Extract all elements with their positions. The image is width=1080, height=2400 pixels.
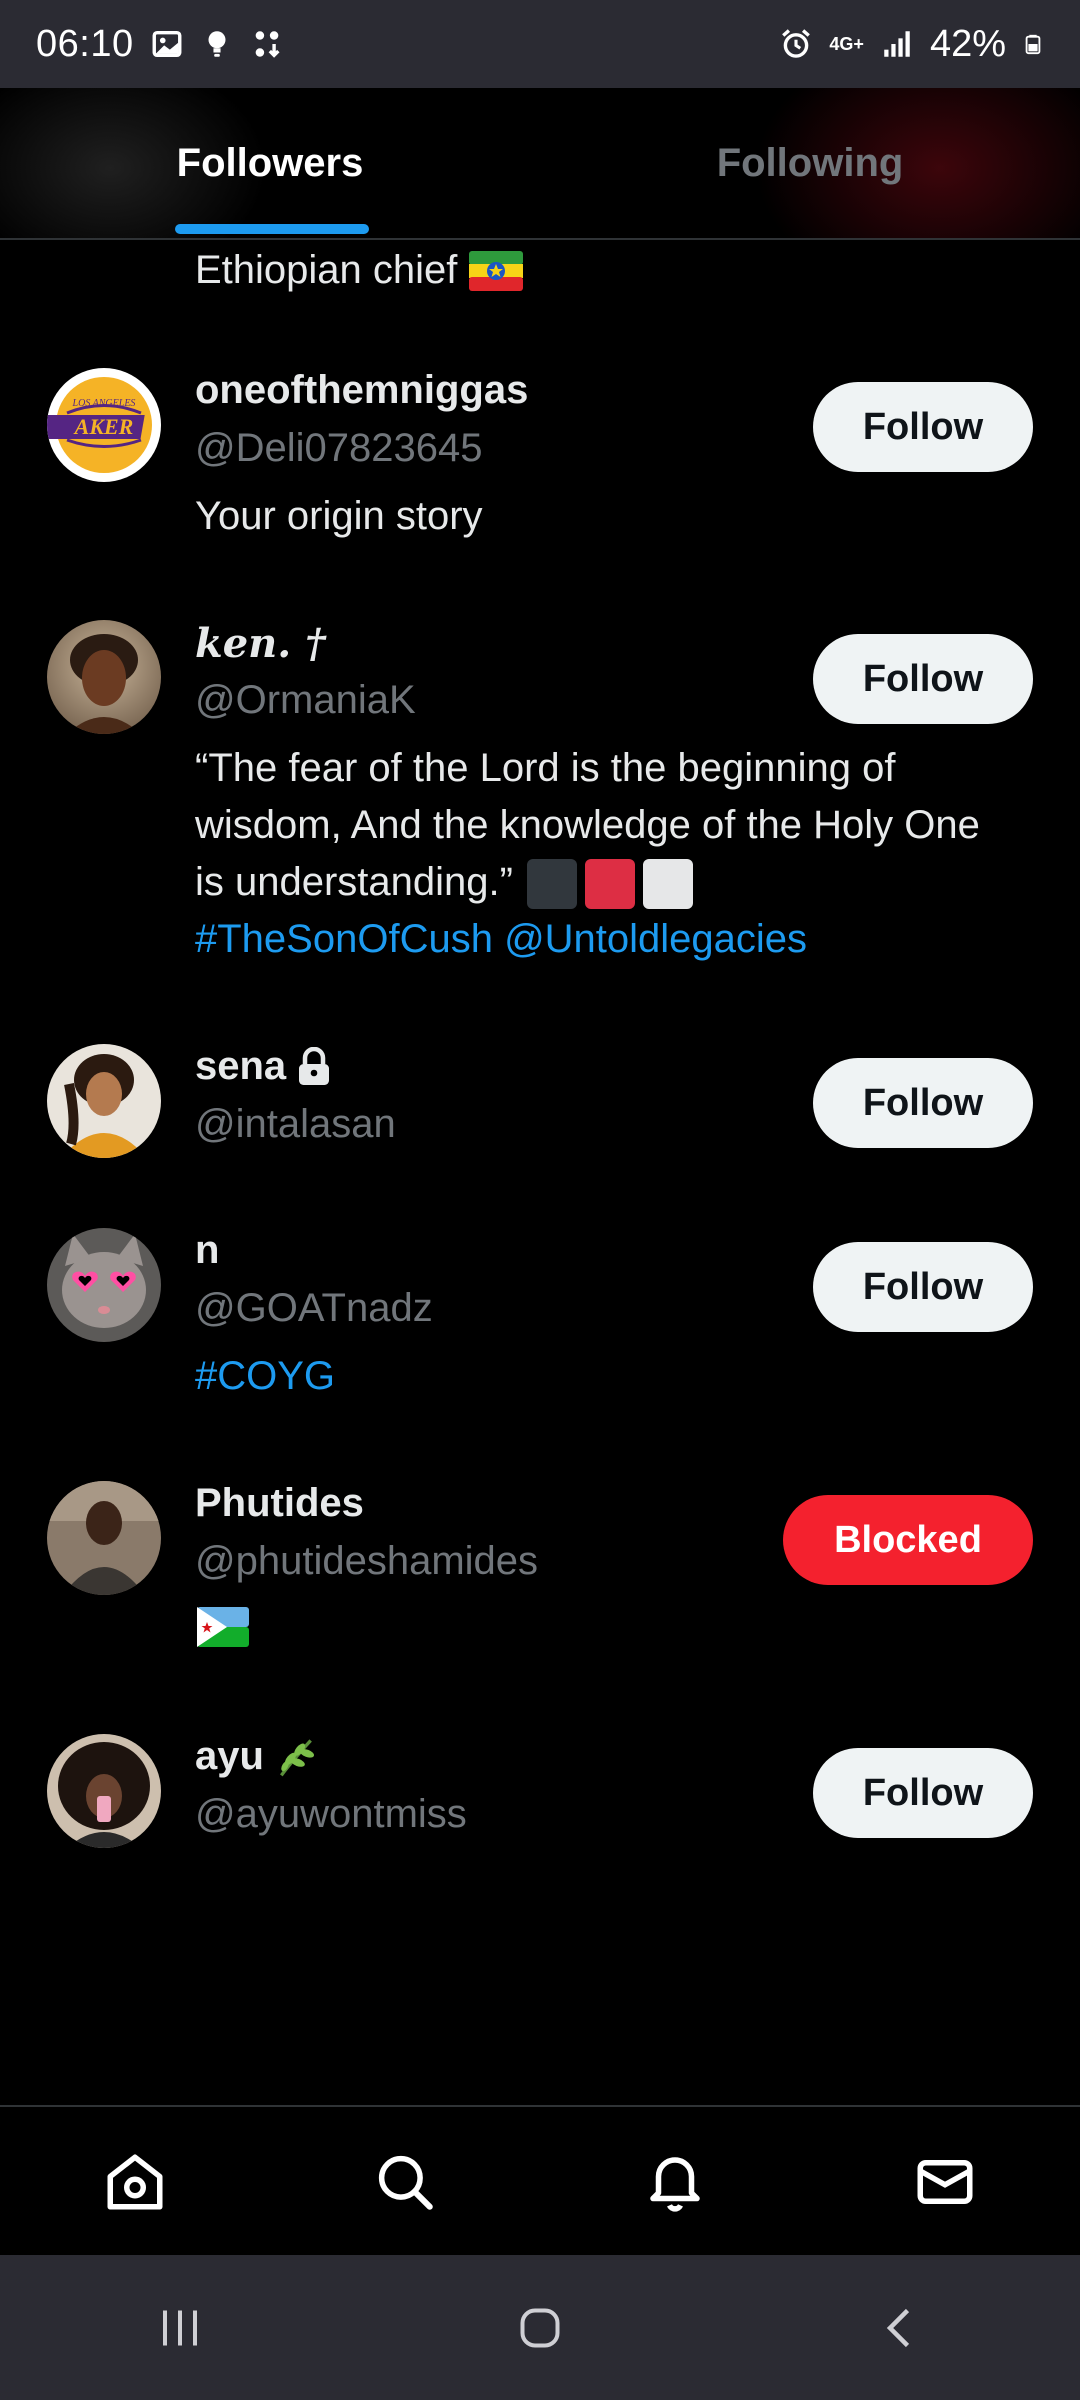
user-bio: #COYG [195,1348,995,1405]
avatar[interactable] [47,1228,161,1342]
ethiopia-flag-icon [469,250,524,291]
status-bar: 06:10 4G+ 42% [0,0,1080,88]
user-name[interactable]: ayu [195,1734,318,1779]
user-name[interactable]: sena [195,1044,332,1089]
alarm-icon [782,29,811,58]
djibouti-flag-icon [197,1607,249,1647]
battery-icon [1025,34,1041,55]
user-name[interactable]: ken. † [195,620,326,667]
list-item[interactable]: AKER LOS ANGELES oneofthemniggas @Deli07… [0,368,1080,608]
list-item[interactable]: Phutides @phutideshamides Blocked [0,1481,1080,1681]
network-type: 4G+ [829,34,864,54]
status-time: 06:10 [36,22,134,65]
recents-button[interactable] [120,2278,240,2378]
avatar-image [47,1734,161,1848]
list-item[interactable]: ayu @ayuwontmiss Follow [0,1734,1080,1874]
lakers-logo-icon: AKER LOS ANGELES [47,368,161,482]
avatar[interactable] [47,1734,161,1848]
nav-home[interactable] [75,2122,195,2242]
battery-percent: 42% [929,22,1006,65]
herb-icon [279,1738,314,1776]
follow-button[interactable]: Follow [813,1242,1033,1332]
color-squares-emoji [526,859,693,910]
notifications-icon [650,2157,700,2212]
nav-messages[interactable] [885,2122,1005,2242]
user-handle: @ayuwontmiss [195,1792,467,1836]
avatar[interactable] [47,1044,161,1158]
user-name[interactable]: oneofthemniggas [195,368,528,413]
recents-icon [163,2310,197,2345]
user-name[interactable]: Phutides [195,1481,364,1526]
blocked-button[interactable]: Blocked [783,1495,1033,1585]
user-bio: Your origin story [195,494,483,538]
home-icon [107,2154,163,2210]
avatar[interactable]: AKER LOS ANGELES [47,368,161,482]
user-handle: @Deli07823645 [195,426,483,470]
svg-text:LOS ANGELES: LOS ANGELES [72,398,136,409]
download-icon [255,31,280,58]
avatar-image [47,620,161,734]
follow-button[interactable]: Follow [813,382,1033,472]
avatar-image [47,1044,161,1158]
previous-user-bio: Ethiopian chief [195,248,524,293]
cat-avatar-image [47,1228,161,1342]
signal-icon [884,31,910,57]
bulb-icon [208,31,226,57]
nav-search[interactable] [345,2122,465,2242]
nav-notifications[interactable] [615,2122,735,2242]
home-circle-icon [520,2308,560,2347]
list-item[interactable]: sena @intalasan Follow [0,1044,1080,1184]
follow-button[interactable]: Follow [813,634,1033,724]
user-handle: @intalasan [195,1102,396,1146]
bio-links[interactable]: #TheSonOfCush @Untoldlegacies [195,917,807,961]
messages-icon [917,2160,973,2204]
back-button[interactable] [840,2278,960,2378]
list-item[interactable]: ken. † @OrmaniaK “The fear of the Lord i… [0,620,1080,980]
svg-text:AKER: AKER [73,414,134,439]
system-navigation [0,2255,1080,2400]
user-name[interactable]: n [195,1228,219,1273]
follow-button[interactable]: Follow [813,1058,1033,1148]
tab-following[interactable]: Following [540,88,1080,238]
bottom-navigation [0,2105,1080,2257]
user-handle: @GOATnadz [195,1286,433,1330]
avatar[interactable] [47,1481,161,1595]
bio-links[interactable]: #COYG [195,1354,335,1398]
system-home-button[interactable] [480,2278,600,2378]
image-icon [152,30,182,58]
follow-button[interactable]: Follow [813,1748,1033,1838]
tab-followers[interactable]: Followers [0,88,540,238]
user-handle: @phutideshamides [195,1539,539,1583]
avatar[interactable] [47,620,161,734]
user-bio: “The fear of the Lord is the beginning o… [195,740,995,968]
active-tab-indicator [175,224,369,234]
list-item[interactable]: n @GOATnadz #COYG Follow [0,1228,1080,1428]
bio-text: Ethiopian chief [195,248,458,292]
lock-icon [299,1046,330,1085]
back-icon [886,2308,910,2347]
avatar-image [47,1481,161,1595]
user-handle: @OrmaniaK [195,678,416,722]
tab-bar: Followers Following [0,88,1080,240]
search-icon [378,2155,433,2210]
